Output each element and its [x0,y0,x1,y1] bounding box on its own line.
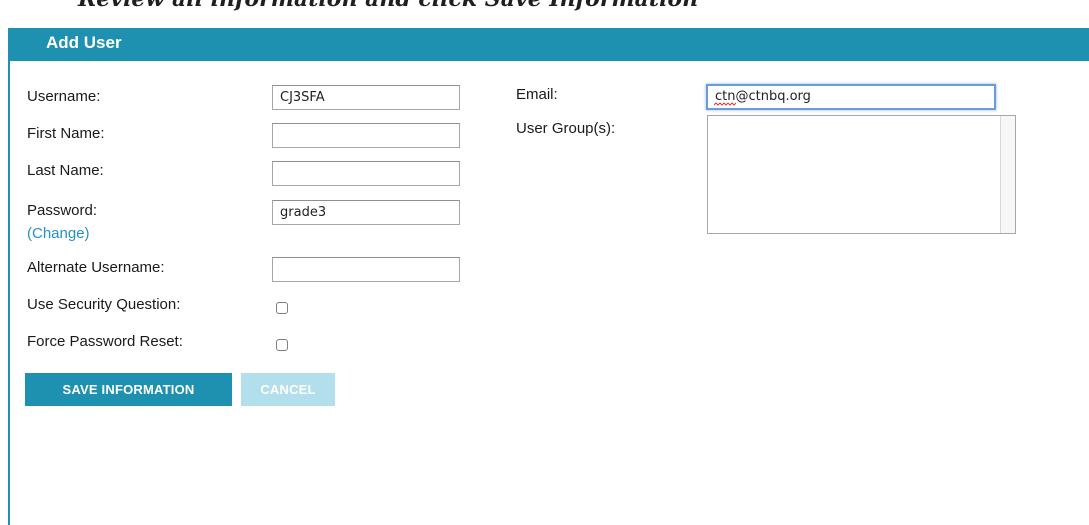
force-password-reset-label: Force Password Reset: [27,333,183,350]
panel-header [8,28,1089,61]
last-name-label: Last Name: [27,162,104,179]
security-question-label: Use Security Question: [27,296,181,313]
alternate-username-label: Alternate Username: [27,259,165,276]
save-information-button[interactable]: SAVE INFORMATION [25,373,232,406]
email-input[interactable]: ctn@ctnbq.org [706,84,996,110]
panel-title: Add User [46,33,122,52]
force-password-reset-checkbox[interactable] [276,339,288,351]
email-label: Email: [516,86,558,103]
cancel-button[interactable]: CANCEL [241,373,335,406]
password-label: Password: [27,202,98,219]
last-name-input[interactable] [272,161,460,186]
security-question-checkbox[interactable] [276,302,288,314]
username-label: Username: [27,88,101,105]
password-input[interactable]: grade3 [272,200,460,225]
user-groups-scrollbar[interactable] [1000,116,1015,233]
spellcheck-underline [714,102,736,106]
instruction-caption: Review all information and click Save In… [78,0,698,12]
first-name-input[interactable] [272,123,460,148]
username-input[interactable]: CJ3SFA [272,85,460,110]
panel-left-border [8,28,10,525]
first-name-label: First Name: [27,125,105,142]
alternate-username-input[interactable] [272,257,460,282]
change-password-link[interactable]: (Change) [27,225,90,242]
user-groups-label: User Group(s): [516,120,616,137]
user-groups-listbox[interactable] [707,115,1016,234]
